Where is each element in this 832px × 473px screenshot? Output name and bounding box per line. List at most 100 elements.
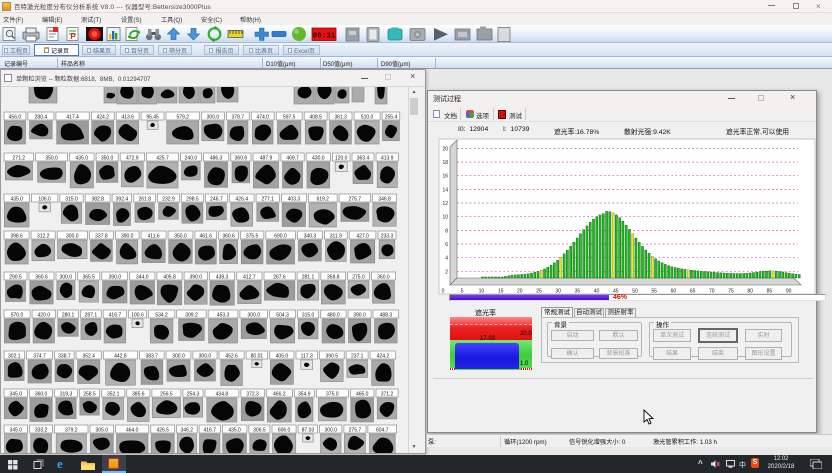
svg-text:350.0: 350.0: [101, 155, 114, 161]
svg-text:360.0: 360.0: [35, 391, 48, 397]
svg-text:426.5: 426.5: [156, 427, 169, 433]
svg-text:P: P: [70, 32, 76, 41]
svg-text:300.0: 300.0: [207, 114, 220, 120]
svg-text:346.8: 346.8: [378, 196, 391, 202]
svg-text:271.2: 271.2: [13, 155, 26, 161]
svg-text:510.0: 510.0: [361, 114, 374, 120]
svg-text:354.9: 354.9: [298, 391, 311, 397]
svg-text:87.03: 87.03: [302, 427, 315, 433]
svg-text:4: 4: [445, 256, 448, 262]
svg-text:312.2: 312.2: [37, 233, 50, 239]
svg-text:338.7: 338.7: [58, 353, 71, 359]
svg-text:405.0: 405.0: [276, 353, 289, 359]
svg-text:255.4: 255.4: [385, 114, 398, 120]
svg-text:300.0: 300.0: [66, 233, 79, 239]
svg-text:306.5: 306.5: [253, 427, 266, 433]
svg-text:6: 6: [445, 242, 448, 248]
svg-text:280.4: 280.4: [35, 114, 48, 120]
svg-text:465.0: 465.0: [356, 391, 369, 397]
svg-text:371.2: 371.2: [381, 391, 394, 397]
svg-text:456.0: 456.0: [9, 114, 22, 120]
svg-text:358.8: 358.8: [327, 274, 340, 280]
svg-text:345.0: 345.0: [10, 427, 23, 433]
svg-text:117.3: 117.3: [301, 353, 313, 359]
svg-text:352.4: 352.4: [82, 353, 95, 359]
svg-text:232.9: 232.9: [162, 196, 175, 202]
svg-text:405.8: 405.8: [163, 274, 176, 280]
svg-text:464.0: 464.0: [126, 427, 139, 433]
svg-text:20: 20: [442, 146, 448, 152]
svg-text:80.01: 80.01: [251, 353, 264, 359]
svg-text:360.6: 360.6: [235, 155, 248, 161]
svg-text:280.1: 280.1: [62, 312, 75, 318]
svg-text:350.0: 350.0: [45, 155, 58, 161]
svg-text:275.0: 275.0: [352, 274, 365, 280]
svg-text:258.5: 258.5: [83, 391, 96, 397]
svg-text:474.0: 474.0: [256, 114, 269, 120]
svg-text:361.3: 361.3: [334, 114, 347, 120]
svg-text:378.7: 378.7: [232, 114, 245, 120]
svg-text:305.0: 305.0: [96, 427, 109, 433]
svg-text:619.2: 619.2: [316, 196, 329, 202]
svg-text:300.0: 300.0: [60, 274, 73, 280]
svg-text:365.5: 365.5: [82, 274, 95, 280]
svg-text:363.4: 363.4: [357, 155, 370, 161]
svg-text:385.6: 385.6: [132, 391, 145, 397]
svg-text:18: 18: [442, 160, 448, 166]
svg-text:434.8: 434.8: [216, 391, 229, 397]
svg-text:480.0: 480.0: [327, 312, 340, 318]
svg-text:237.1: 237.1: [351, 353, 364, 359]
svg-text:333.2: 333.2: [35, 427, 48, 433]
svg-text:287.1: 287.1: [85, 312, 98, 318]
svg-text:254.3: 254.3: [187, 391, 200, 397]
svg-text:120.0: 120.0: [335, 155, 348, 161]
svg-text:392.4: 392.4: [116, 196, 129, 202]
svg-text:106.0: 106.0: [38, 196, 51, 202]
svg-text:690.0: 690.0: [274, 233, 287, 239]
svg-text:267.6: 267.6: [273, 274, 286, 280]
svg-text:309.2: 309.2: [185, 312, 198, 318]
svg-text:2: 2: [445, 269, 448, 275]
svg-text:95.45: 95.45: [146, 114, 159, 120]
svg-text:420.0: 420.0: [38, 312, 51, 318]
svg-text:350.0: 350.0: [174, 233, 187, 239]
svg-text:430.0: 430.0: [312, 155, 325, 161]
svg-text:570.0: 570.0: [11, 312, 24, 318]
svg-text:300.0: 300.0: [324, 427, 337, 433]
svg-text:597.5: 597.5: [283, 114, 296, 120]
svg-text:360.6: 360.6: [222, 233, 235, 239]
svg-text:277.1: 277.1: [261, 196, 274, 202]
svg-text:442.8: 442.8: [114, 353, 127, 359]
svg-text:390.0: 390.0: [121, 233, 134, 239]
svg-text:486.3: 486.3: [210, 155, 223, 161]
svg-text:606.0: 606.0: [278, 427, 291, 433]
svg-text:413.6: 413.6: [121, 114, 134, 120]
svg-text:472.9: 472.9: [126, 155, 139, 161]
svg-text:300.0: 300.0: [172, 353, 185, 359]
svg-text:281.1: 281.1: [302, 274, 315, 280]
svg-text:427.0: 427.0: [356, 233, 369, 239]
svg-text:8: 8: [445, 228, 448, 234]
svg-text:424.2: 424.2: [96, 114, 109, 120]
svg-text:233.3: 233.3: [381, 233, 394, 239]
svg-text:256.5: 256.5: [160, 391, 173, 397]
svg-text:375.0: 375.0: [326, 391, 339, 397]
svg-text:337.8: 337.8: [95, 233, 108, 239]
svg-text:461.6: 461.6: [200, 233, 213, 239]
svg-text:246.7: 246.7: [210, 196, 223, 202]
svg-text:00:31: 00:31: [313, 33, 336, 41]
svg-text:469.7: 469.7: [286, 155, 299, 161]
svg-text:504.3: 504.3: [276, 312, 289, 318]
svg-text:390.0: 390.0: [353, 312, 366, 318]
svg-text:488.3: 488.3: [380, 312, 393, 318]
svg-text:604.7: 604.7: [376, 427, 389, 433]
svg-text:416.7: 416.7: [203, 427, 216, 433]
svg-text:412.7: 412.7: [243, 274, 256, 280]
svg-text:453.3: 453.3: [217, 312, 230, 318]
svg-text:300.0: 300.0: [199, 353, 212, 359]
svg-text:302.1: 302.1: [8, 353, 21, 359]
svg-text:345.0: 345.0: [10, 391, 23, 397]
svg-text:416.7: 416.7: [109, 312, 122, 318]
svg-text:360.0: 360.0: [377, 274, 390, 280]
svg-text:360.6: 360.6: [35, 274, 48, 280]
